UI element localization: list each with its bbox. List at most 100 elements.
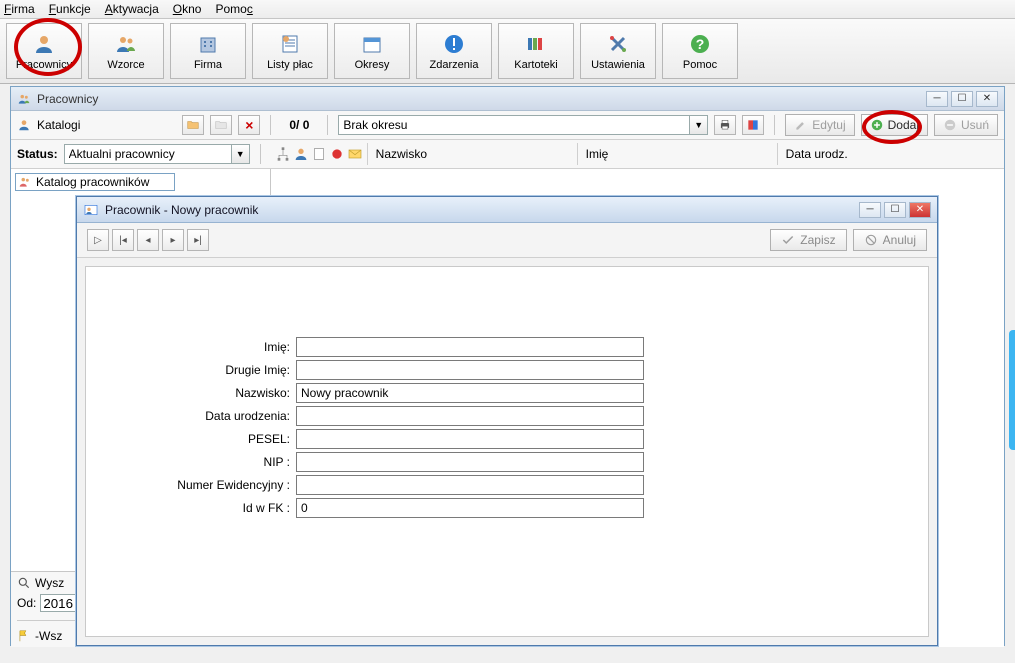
search-icon <box>17 576 31 590</box>
add-button[interactable]: Dodaj <box>861 114 928 136</box>
field-label: Numer Ewidencyjny : <box>86 478 296 492</box>
note-icon[interactable] <box>311 146 327 162</box>
main-menubar[interactable]: Firma Funkcje Aktywacja Okno Pomoc <box>0 0 1015 19</box>
building-icon <box>196 32 220 56</box>
nav-prev-button[interactable]: ◂ <box>137 229 159 251</box>
toolbar-ustawienia-button[interactable]: Ustawienia <box>580 23 656 79</box>
dialog-window-controls: ─ ☐ ✕ <box>859 202 931 218</box>
status-label: Status: <box>17 147 58 161</box>
field-input-4[interactable] <box>296 429 644 449</box>
dialog-titlebar[interactable]: Pracownik - Nowy pracownik ─ ☐ ✕ <box>77 197 937 223</box>
menu-funkcje[interactable]: Funkcje <box>49 2 91 16</box>
form-row: Drugie Imię: <box>86 360 928 380</box>
field-input-0[interactable] <box>296 337 644 357</box>
mail-icon[interactable] <box>347 146 363 162</box>
remove-label: Usuń <box>961 118 989 132</box>
tree-root-item[interactable]: Katalog pracowników <box>15 173 175 191</box>
save-label: Zapisz <box>800 233 835 247</box>
form-row: Data urodzenia: <box>86 406 928 426</box>
form-row: NIP : <box>86 452 928 472</box>
menu-firma[interactable]: Firma <box>4 2 35 16</box>
field-label: Data urodzenia: <box>86 409 296 423</box>
nav-last-button[interactable]: ▸| <box>187 229 209 251</box>
period-select[interactable]: ▼ <box>338 115 708 135</box>
side-handle[interactable] <box>1009 330 1015 450</box>
form-row: Id w FK : <box>86 498 928 518</box>
toolbar-label: Zdarzenia <box>430 59 479 71</box>
toolbar-okresy-button[interactable]: Okresy <box>334 23 410 79</box>
column-icons <box>271 146 367 162</box>
form-row: Nazwisko: <box>86 383 928 403</box>
menu-aktywacja[interactable]: Aktywacja <box>105 2 159 16</box>
folder-button[interactable] <box>210 115 232 135</box>
toolbar-listypac-button[interactable]: Listy płac <box>252 23 328 79</box>
form-row: Numer Ewidencyjny : <box>86 475 928 495</box>
nav-play-button[interactable]: ▷ <box>87 229 109 251</box>
record-count: 0/ 0 <box>289 118 309 132</box>
chevron-down-icon[interactable]: ▼ <box>232 144 250 164</box>
field-input-5[interactable] <box>296 452 644 472</box>
person-card-icon <box>83 202 99 218</box>
toolbar-pracownicy-button[interactable]: Pracownicy <box>6 23 82 79</box>
dialog-maximize-button[interactable]: ☐ <box>884 202 906 218</box>
delete-folder-button[interactable]: × <box>238 115 260 135</box>
close-button[interactable]: ✕ <box>976 91 998 107</box>
wsz-label: -Wsz <box>35 629 62 643</box>
cancel-button[interactable]: Anuluj <box>853 229 927 251</box>
status-input[interactable] <box>64 144 232 164</box>
red-flag-icon[interactable] <box>329 146 345 162</box>
print-button[interactable] <box>714 115 736 135</box>
dialog-close-button[interactable]: ✕ <box>909 202 931 218</box>
toolbar-firma-button[interactable]: Firma <box>170 23 246 79</box>
toolbar-pomoc-button[interactable]: ?Pomoc <box>662 23 738 79</box>
add-label: Dodaj <box>888 118 919 132</box>
column-nazwisko[interactable]: Nazwisko <box>367 143 577 165</box>
cancel-icon <box>864 233 878 247</box>
toolbar-kartoteki-button[interactable]: Kartoteki <box>498 23 574 79</box>
edit-button[interactable]: Edytuj <box>785 114 854 136</box>
minimize-button[interactable]: ─ <box>926 91 948 107</box>
form: Imię: Drugie Imię: Nazwisko: Data urodzenia… <box>86 337 928 518</box>
alert-icon <box>442 32 466 56</box>
column-imie[interactable]: Imię <box>577 143 777 165</box>
status-toolbar: Status: ▼ Nazwisko Imię Data urodz. <box>11 140 1004 169</box>
field-input-3[interactable] <box>296 406 644 426</box>
column-data-urodz[interactable]: Data urodz. <box>777 143 998 165</box>
period-input[interactable] <box>338 115 690 135</box>
field-label: NIP : <box>86 455 296 469</box>
person-icon <box>17 118 31 132</box>
field-input-1[interactable] <box>296 360 644 380</box>
calendar-icon <box>360 32 384 56</box>
pracownik-dialog: Pracownik - Nowy pracownik ─ ☐ ✕ ▷ |◂ ◂ … <box>76 196 938 646</box>
people-icon <box>18 175 32 189</box>
nav-first-button[interactable]: |◂ <box>112 229 134 251</box>
nav-next-button[interactable]: ▸ <box>162 229 184 251</box>
hierarchy-icon[interactable] <box>275 146 291 162</box>
flag-icon <box>17 629 31 643</box>
maximize-button[interactable]: ☐ <box>951 91 973 107</box>
dialog-minimize-button[interactable]: ─ <box>859 202 881 218</box>
folder-add-button[interactable] <box>182 115 204 135</box>
field-input-2[interactable] <box>296 383 644 403</box>
pracownicy-title: Pracownicy <box>37 92 98 106</box>
svg-text:?: ? <box>696 36 705 52</box>
status-select[interactable]: ▼ <box>64 144 250 164</box>
field-label: Imię: <box>86 340 296 354</box>
save-button[interactable]: Zapisz <box>770 229 846 251</box>
person-icon[interactable] <box>293 146 309 162</box>
pracownicy-titlebar[interactable]: Pracownicy ─ ☐ ✕ <box>11 87 1004 111</box>
export-button[interactable] <box>742 115 764 135</box>
toolbar-zdarzenia-button[interactable]: Zdarzenia <box>416 23 492 79</box>
field-input-6[interactable] <box>296 475 644 495</box>
form-row: PESEL: <box>86 429 928 449</box>
chevron-down-icon[interactable]: ▼ <box>690 115 708 135</box>
check-icon <box>781 233 795 247</box>
pracownicy-window-controls: ─ ☐ ✕ <box>926 91 998 107</box>
toolbar-wzorce-button[interactable]: Wzorce <box>88 23 164 79</box>
field-label: Drugie Imię: <box>86 363 296 377</box>
help-icon: ? <box>688 32 712 56</box>
field-input-7[interactable] <box>296 498 644 518</box>
menu-pomoc[interactable]: Pomoc <box>215 2 252 16</box>
menu-okno[interactable]: Okno <box>173 2 202 16</box>
remove-button[interactable]: Usuń <box>934 114 998 136</box>
